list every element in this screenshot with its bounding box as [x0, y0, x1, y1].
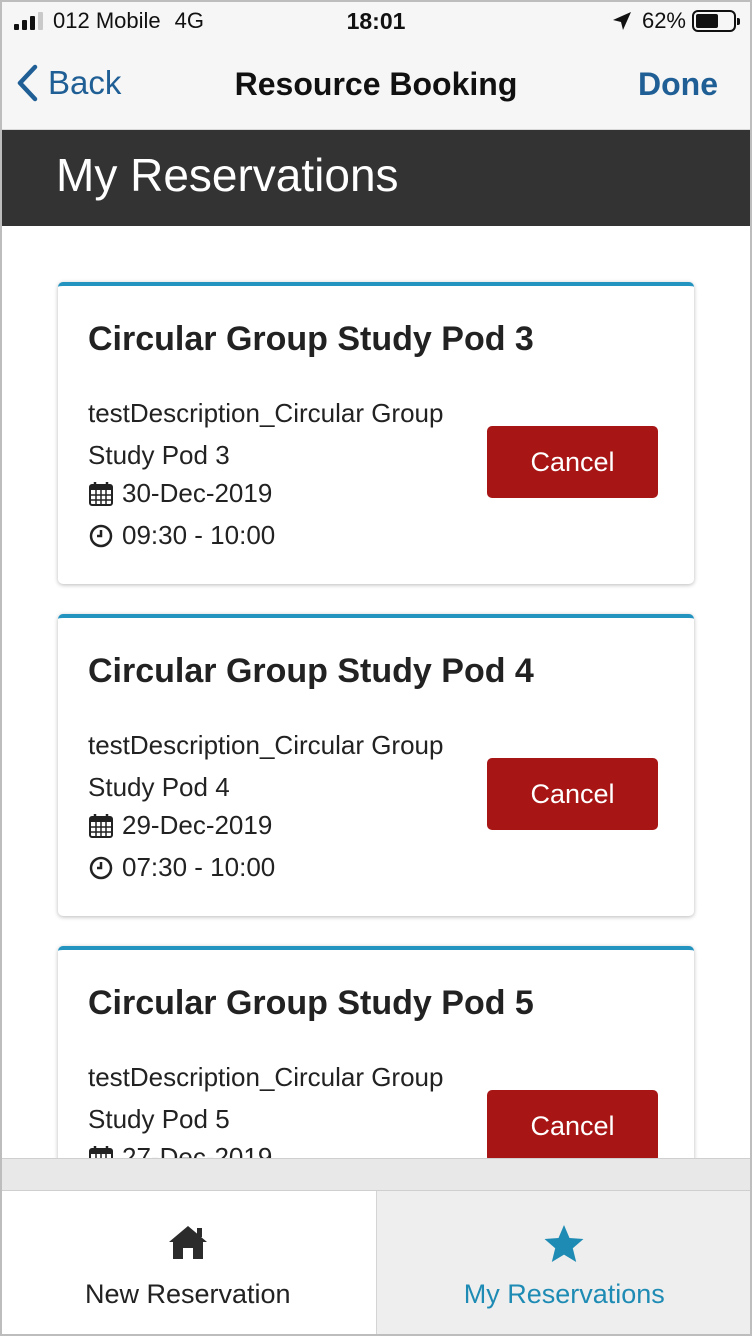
reservation-date: 30-Dec-2019: [122, 478, 273, 508]
cancel-button[interactable]: Cancel: [487, 426, 658, 498]
cancel-button[interactable]: Cancel: [487, 1090, 658, 1158]
chevron-left-icon: [17, 64, 38, 102]
reservation-title: Circular Group Study Pod 3: [88, 320, 534, 358]
reservation-title: Circular Group Study Pod 5: [88, 984, 534, 1022]
reservation-time-row: 09:30 - 10:00: [88, 520, 275, 551]
tab-my-reservations[interactable]: My Reservations: [376, 1191, 752, 1336]
home-icon: [168, 1226, 207, 1259]
reservation-title: Circular Group Study Pod 4: [88, 652, 534, 690]
reservation-date: 29-Dec-2019: [122, 810, 273, 840]
calendar-icon: [89, 813, 113, 838]
reservation-date-row: 30-Dec-2019: [88, 478, 272, 509]
back-label: Back: [48, 64, 122, 101]
tab-bar: New Reservation My Reservations: [0, 1190, 752, 1336]
calendar-icon: [89, 481, 113, 506]
back-button[interactable]: Back: [16, 64, 121, 102]
reservation-card: Circular Group Study Pod 4 testDescripti…: [58, 614, 694, 916]
reservation-date: 27-Dec-2019: [122, 1142, 273, 1158]
reservation-card: Circular Group Study Pod 3 testDescripti…: [58, 282, 694, 584]
battery-icon: [692, 10, 740, 32]
status-bar: 012 Mobile 4G 18:01 62%: [0, 0, 752, 44]
cancel-button[interactable]: Cancel: [487, 758, 658, 830]
battery-percent: 62%: [641, 8, 686, 33]
reservations-list[interactable]: Circular Group Study Pod 3 testDescripti…: [0, 226, 752, 1158]
tab-new-reservation[interactable]: New Reservation: [0, 1191, 377, 1336]
done-button[interactable]: Done: [638, 66, 718, 103]
reservation-description: testDescription_Circular Group Study Pod…: [88, 730, 444, 802]
reservation-description: testDescription_Circular Group Study Pod…: [88, 398, 444, 470]
reservation-date-row: 27-Dec-2019: [88, 1142, 272, 1158]
tab-label: My Reservations: [463, 1279, 665, 1309]
tab-label: New Reservation: [84, 1279, 291, 1309]
tabbar-separator: [0, 1158, 752, 1190]
status-right: 62%: [612, 8, 740, 34]
page-header: My Reservations: [0, 130, 752, 226]
star-icon: [544, 1225, 584, 1262]
reservation-date-row: 29-Dec-2019: [88, 810, 272, 841]
reservation-time-row: 07:30 - 10:00: [88, 852, 275, 883]
reservation-time: 09:30 - 10:00: [122, 520, 276, 550]
reservation-time: 07:30 - 10:00: [122, 852, 276, 882]
calendar-icon: [89, 1145, 113, 1158]
location-icon: [612, 12, 631, 30]
reservation-card: Circular Group Study Pod 5 testDescripti…: [58, 946, 694, 1158]
page-title: My Reservations: [56, 149, 399, 201]
clock-icon: [89, 856, 113, 879]
navigation-bar: Back Resource Booking Done: [0, 44, 752, 130]
reservation-description: testDescription_Circular Group Study Pod…: [88, 1062, 444, 1134]
clock-icon: [89, 524, 113, 547]
